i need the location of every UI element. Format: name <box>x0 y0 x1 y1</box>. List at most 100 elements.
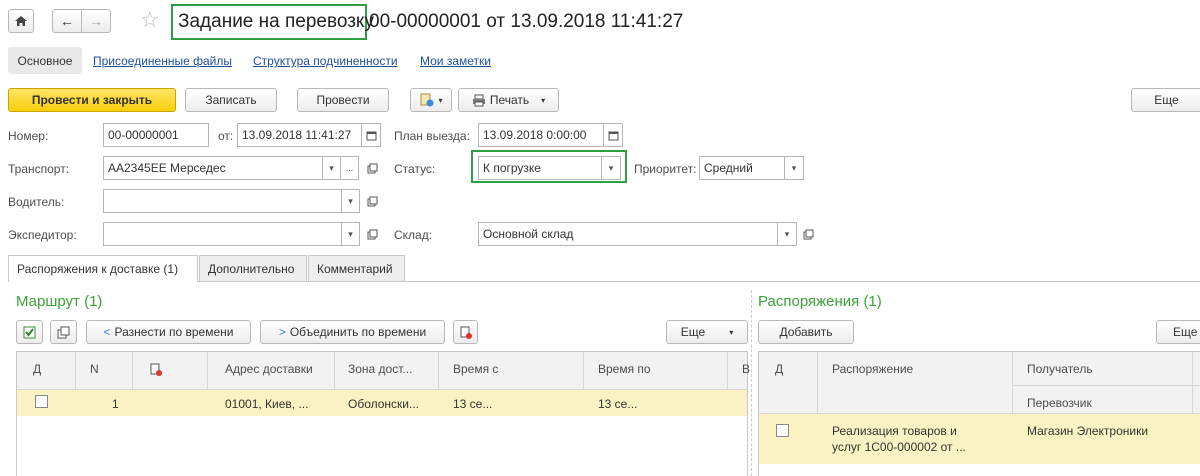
tab-main[interactable]: Основное <box>8 47 82 74</box>
col-extra: В <box>742 362 751 376</box>
transport-label: Транспорт: <box>8 162 70 176</box>
plan-departure-label: План выезда: <box>394 129 470 143</box>
warehouse-dropdown-button[interactable]: ▾ <box>777 222 797 246</box>
route-check-all-button[interactable] <box>16 320 43 344</box>
arrow-left-icon: ← <box>60 13 74 29</box>
plan-departure-field[interactable]: 13.09.2018 0:00:00 <box>478 123 604 147</box>
status-field[interactable]: К погрузке <box>478 156 602 180</box>
plan-calendar-button[interactable] <box>603 123 623 147</box>
calendar-icon <box>366 131 376 140</box>
printer-icon <box>472 94 485 106</box>
orders-title: Распоряжения (1) <box>758 293 882 310</box>
chevron-down-icon: ▾ <box>329 162 334 173</box>
merge-by-time-label: Объединить по времени <box>289 325 427 339</box>
orders-col-carrier: Перевозчик <box>1027 396 1092 410</box>
warehouse-label: Склад: <box>394 228 433 242</box>
route-report-button[interactable] <box>453 320 478 344</box>
cell-zone: Оболонски... <box>348 397 420 411</box>
cell-address: 01001, Киев, ... <box>225 397 309 411</box>
warehouse-field[interactable]: Основной склад <box>478 222 778 246</box>
merge-by-time-button[interactable]: > Объединить по времени <box>260 320 445 344</box>
route-more-label: Еще <box>680 325 706 339</box>
chevron-down-icon: ▾ <box>348 228 353 239</box>
col-n: N <box>90 362 99 376</box>
col-time-to: Время по <box>598 362 651 376</box>
arrow-right-icon: → <box>89 13 103 29</box>
priority-dropdown-button[interactable]: ▾ <box>784 156 804 180</box>
driver-open-button[interactable] <box>362 189 382 213</box>
chevron-down-icon: ▾ <box>791 162 797 173</box>
page-title: Задание на перевозку <box>178 11 374 32</box>
transport-field[interactable]: АА2345ЕЕ Мерседес <box>103 156 323 180</box>
col-divider <box>727 352 728 390</box>
number-field[interactable]: 00-00000001 <box>103 123 209 147</box>
save-button[interactable]: Записать <box>185 88 277 112</box>
document-add-icon <box>420 93 434 107</box>
chevron-down-icon: ▾ <box>541 95 546 105</box>
forwarder-dropdown-button[interactable]: ▾ <box>341 222 360 246</box>
distribute-by-time-label: Разнести по времени <box>114 325 234 339</box>
post-and-close-button[interactable]: Провести и закрыть <box>8 88 176 112</box>
driver-dropdown-button[interactable]: ▾ <box>341 189 360 213</box>
tab-delivery-orders[interactable]: Распоряжения к доставке (1) <box>8 255 198 282</box>
col-divider <box>583 352 584 390</box>
page-title-suffix: 00-00000001 от 13.09.2018 11:41:27 <box>369 11 684 32</box>
check-all-icon <box>23 326 36 338</box>
cell-order-line1: Реализация товаров и <box>832 424 957 438</box>
tab-comment[interactable]: Комментарий <box>308 255 405 281</box>
col-time-from: Время с <box>453 362 499 376</box>
back-button[interactable]: ← <box>52 9 82 33</box>
create-based-on-button[interactable]: ▾ <box>410 88 452 112</box>
orders-col-order: Распоряжение <box>832 362 914 376</box>
star-icon[interactable]: ☆ <box>140 7 160 33</box>
add-order-button[interactable]: Добавить <box>758 320 854 344</box>
print-button[interactable]: Печать ▾ <box>458 88 559 112</box>
tab-additional[interactable]: Дополнительно <box>199 255 307 281</box>
open-window-icon <box>367 229 377 239</box>
cell-n: 1 <box>112 397 119 411</box>
panel-splitter[interactable] <box>751 290 752 476</box>
route-uncheck-all-button[interactable] <box>50 320 77 344</box>
forward-button[interactable]: → <box>81 9 111 33</box>
tab-subordination-structure[interactable]: Структура подчиненности <box>253 54 398 68</box>
home-button[interactable] <box>8 9 34 33</box>
orders-table-header <box>759 352 1200 414</box>
post-button[interactable]: Провести <box>297 88 389 112</box>
transport-select-button[interactable]: ... <box>340 156 359 180</box>
transport-dropdown-button[interactable]: ▾ <box>322 156 341 180</box>
transport-open-button[interactable] <box>362 156 382 180</box>
tab-comment-label: Комментарий <box>317 261 393 276</box>
forwarder-open-button[interactable] <box>362 222 382 246</box>
driver-label: Водитель: <box>8 195 65 209</box>
priority-field[interactable]: Средний <box>699 156 785 180</box>
more-button[interactable]: Еще <box>1131 88 1200 112</box>
date-from-label: от: <box>218 129 234 143</box>
open-window-icon <box>367 196 377 206</box>
tab-attached-files[interactable]: Присоединенные файлы <box>93 54 232 68</box>
order-row-checkbox[interactable] <box>776 424 789 437</box>
col-divider <box>334 352 335 390</box>
orders-table-row[interactable] <box>759 414 1200 464</box>
date-field[interactable]: 13.09.2018 11:41:27 <box>237 123 362 147</box>
route-more-button[interactable]: Еще ▾ <box>666 320 748 344</box>
orders-more-button[interactable]: Еще <box>1156 320 1200 344</box>
chevron-down-icon: ▾ <box>608 162 614 173</box>
distribute-by-time-button[interactable]: < Разнести по времени <box>86 320 251 344</box>
col-divider <box>75 352 76 390</box>
orders-table <box>758 351 1200 476</box>
date-calendar-button[interactable] <box>361 123 381 147</box>
tab-my-notes[interactable]: Мои заметки <box>420 54 491 68</box>
col-divider <box>1012 385 1200 386</box>
status-dropdown-button[interactable]: ▾ <box>601 156 621 180</box>
col-divider <box>1192 352 1193 414</box>
driver-field[interactable] <box>103 189 342 213</box>
orders-col-d: Д <box>775 362 784 376</box>
distribute-icon: < <box>103 325 111 339</box>
cell-time-from: 13 се... <box>453 397 493 411</box>
chevron-down-icon: ▾ <box>729 327 734 337</box>
tab-delivery-orders-label: Распоряжения к доставке (1) <box>17 262 179 276</box>
row-checkbox[interactable] <box>35 395 48 408</box>
tab-additional-label: Дополнительно <box>208 261 295 276</box>
warehouse-open-button[interactable] <box>798 222 818 246</box>
forwarder-field[interactable] <box>103 222 342 246</box>
